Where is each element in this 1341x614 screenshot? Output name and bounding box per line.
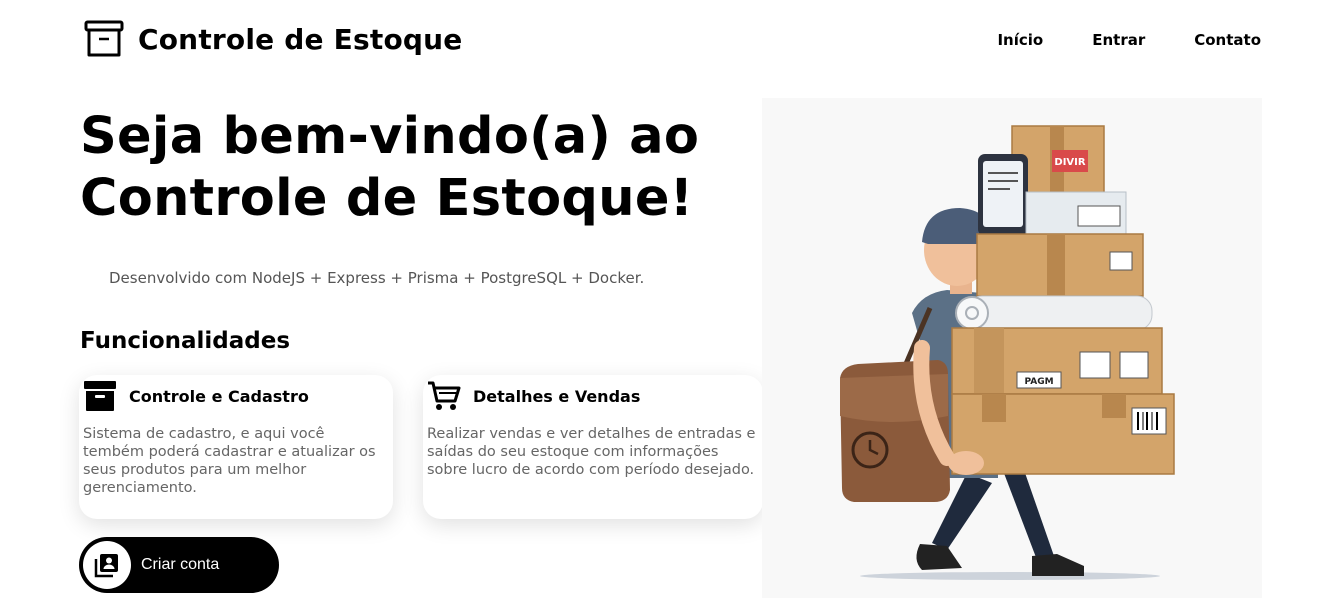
nav-link-inicio[interactable]: Início [997, 31, 1043, 49]
nav-link-contato[interactable]: Contato [1194, 31, 1261, 49]
card-title: Detalhes e Vendas [473, 386, 641, 406]
account-box-icon [83, 541, 131, 589]
hero-title: Seja bem-vindo(a) ao Controle de Estoque… [80, 107, 700, 228]
box-label: DIVIR [1054, 157, 1085, 168]
features-title: Funcionalidades [80, 328, 291, 354]
card-text: Realizar vendas e ver detalhes de entrad… [427, 426, 756, 478]
create-account-label: Criar conta [141, 556, 220, 573]
card-title: Controle e Cadastro [129, 386, 309, 406]
feature-card-vendas: Detalhes e Vendas Realizar vendas e ver … [423, 375, 763, 519]
main-nav: Início Entrar Contato [997, 31, 1261, 49]
tech-stack-text: Desenvolvido com NodeJS + Express + Pris… [109, 269, 645, 287]
app-title: Controle de Estoque [138, 22, 463, 56]
archive-box-icon [84, 20, 124, 57]
archive-icon [84, 381, 116, 411]
card-text: Sistema de cadastro, e aqui você tembém … [83, 426, 376, 496]
site-header: Controle de Estoque Início Entrar Contat… [0, 0, 1341, 80]
nav-link-entrar[interactable]: Entrar [1092, 31, 1145, 49]
feature-card-cadastro: Controle e Cadastro Sistema de cadastro,… [79, 375, 393, 519]
create-account-button[interactable]: Criar conta [79, 537, 279, 593]
stamp-label: PAGM [1024, 377, 1053, 387]
brand[interactable]: Controle de Estoque [84, 19, 462, 59]
shopping-cart-icon [428, 381, 461, 410]
delivery-illustration: DIVIR PAGM [762, 98, 1262, 598]
